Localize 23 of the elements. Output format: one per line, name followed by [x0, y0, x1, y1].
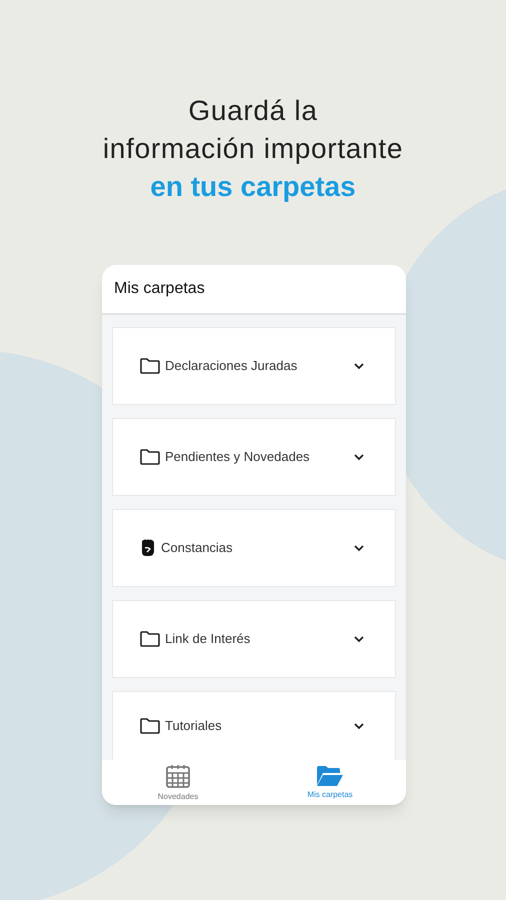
folder-item[interactable]: Declaraciones Juradas — [112, 327, 396, 405]
chevron-icon — [353, 722, 365, 730]
open-folder-icon — [316, 764, 344, 786]
folder-icon — [139, 357, 161, 375]
folder-item[interactable]: Constancias — [112, 509, 396, 587]
headline-highlight: en tus carpetas — [150, 170, 356, 204]
headline-text: información importante — [102, 132, 404, 166]
folder-icon — [139, 717, 161, 735]
chevron-icon — [353, 362, 365, 370]
headline-text: Guardá la — [188, 94, 318, 128]
nav-tab[interactable]: Mis carpetas — [254, 760, 406, 805]
calendar-icon — [165, 762, 191, 788]
folder-item[interactable]: Link de Interés — [112, 600, 396, 678]
folder-icon — [139, 630, 161, 648]
folder-item[interactable]: Tutoriales — [112, 691, 396, 760]
chevron-icon — [353, 453, 365, 461]
screen-title: Mis carpetas — [114, 279, 205, 299]
folder-item[interactable]: Pendientes y Novedades — [112, 418, 396, 496]
chevron-icon — [353, 544, 365, 552]
nav-tab[interactable]: Novedades — [102, 760, 254, 805]
chevron-icon — [353, 635, 365, 643]
folder-icon — [139, 448, 161, 466]
fist-icon — [139, 538, 157, 558]
